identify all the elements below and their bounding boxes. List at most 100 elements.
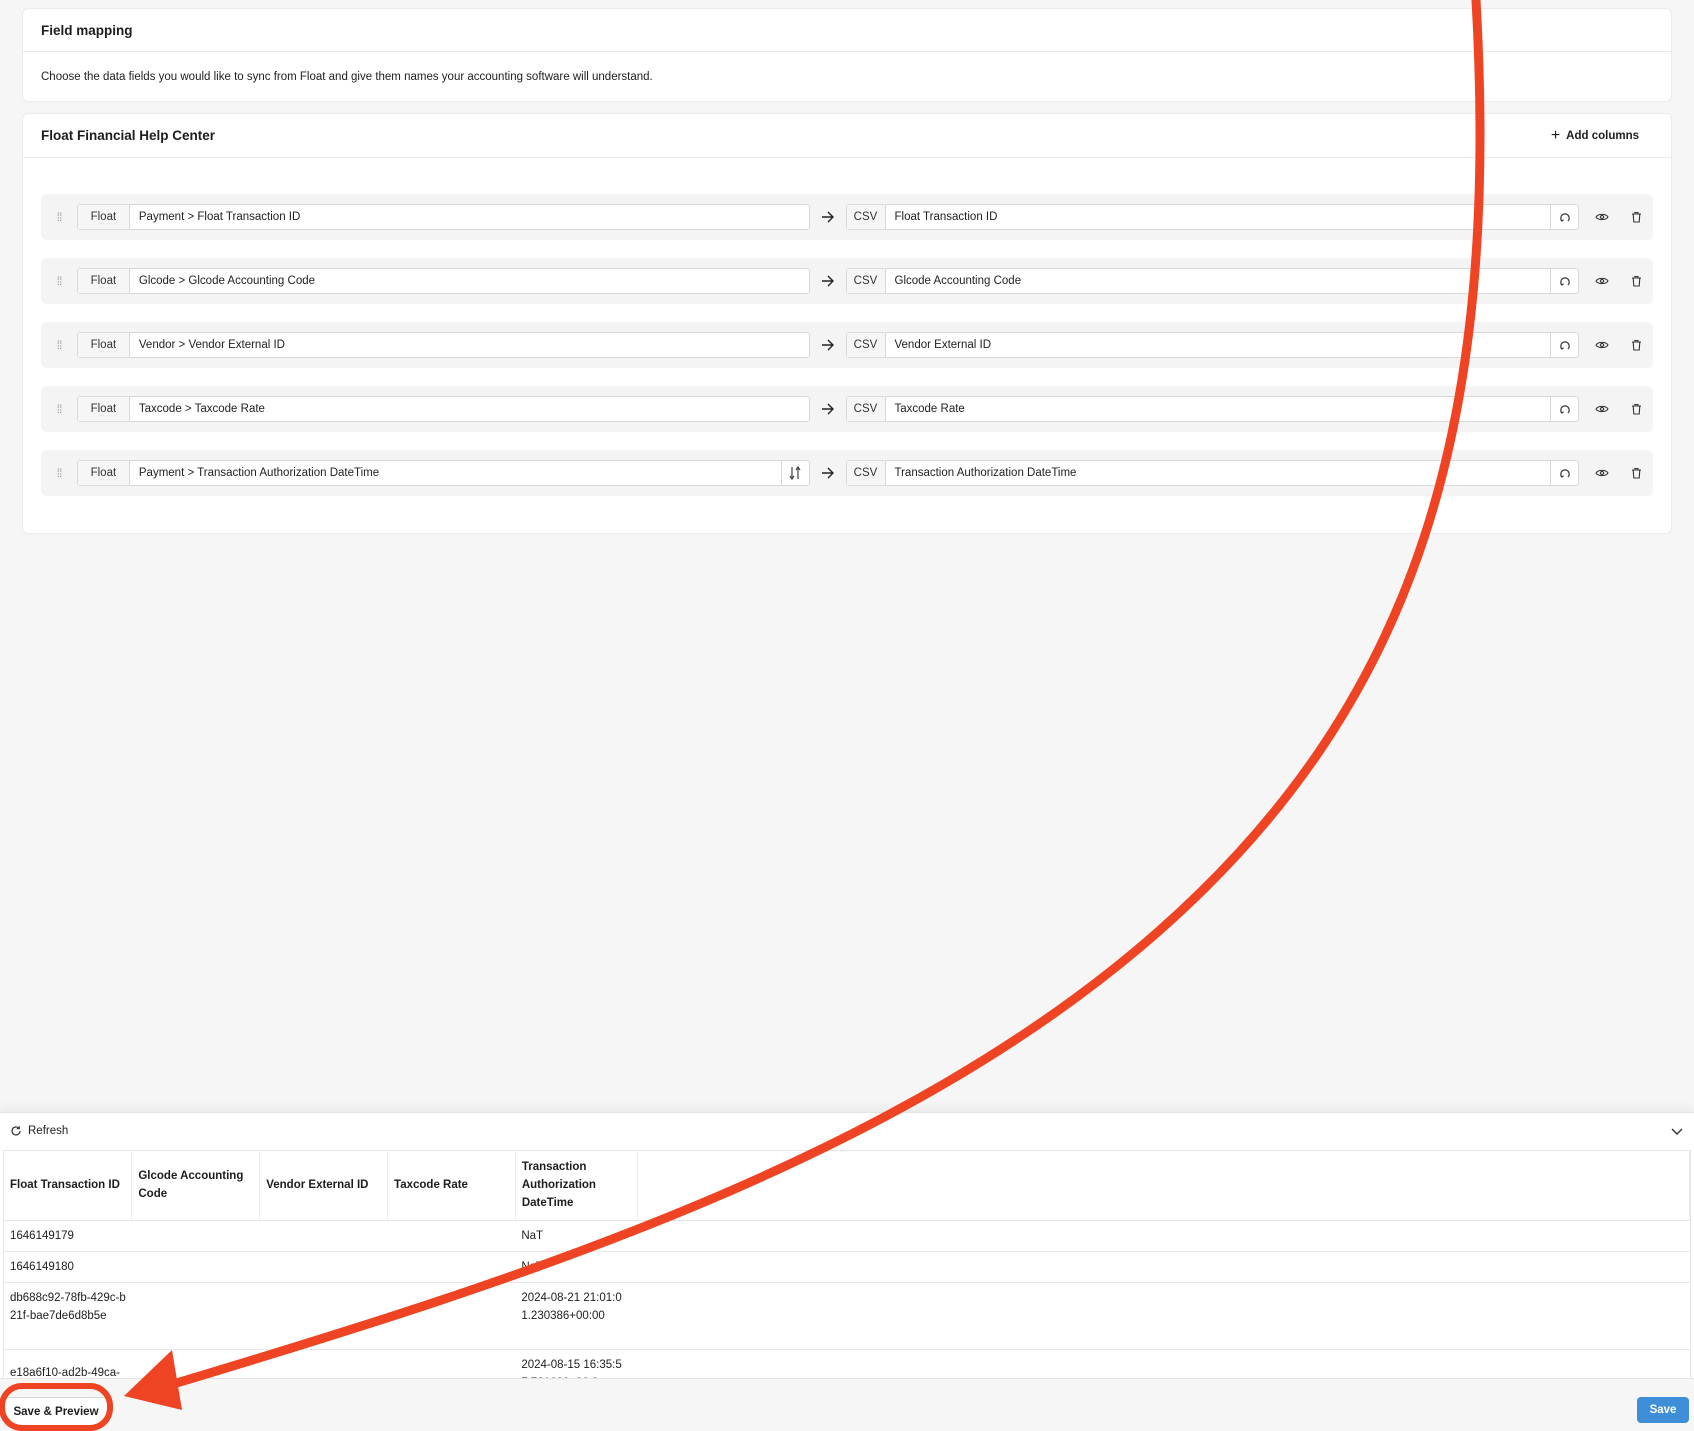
trash-icon[interactable] (1619, 211, 1653, 223)
table-cell (131, 1282, 260, 1350)
eye-icon[interactable] (1585, 276, 1619, 286)
preview-table-wrapper[interactable]: Float Transaction ID Glcode Accounting C… (3, 1150, 1691, 1379)
drag-handle-icon[interactable]: ⁞⁞ (41, 338, 77, 352)
table-header-row: Float Transaction ID Glcode Accounting C… (4, 1151, 1690, 1221)
table-cell (131, 1349, 260, 1378)
mapping-row: ⁞⁞ Float Payment > Float Transaction ID … (41, 194, 1653, 240)
target-field-input[interactable]: CSV Transaction Authorization DateTime (845, 460, 1580, 486)
target-field-value: Taxcode Rate (894, 403, 965, 415)
arrow-right-icon (810, 467, 846, 479)
trash-icon[interactable] (1619, 467, 1653, 479)
preview-panel: Refresh Float Transaction ID Glcode Acco… (0, 1112, 1694, 1379)
source-field-select[interactable]: Float Vendor > Vendor External ID (76, 332, 810, 358)
column-header: Glcode Accounting Code (131, 1151, 261, 1221)
table-cell: e18a6f10-ad2b-49ca- (4, 1349, 132, 1378)
save-and-preview-button[interactable]: Save & Preview (4, 1397, 108, 1427)
source-field-value: Payment > Transaction Authorization Date… (138, 467, 380, 479)
source-field-value: Payment > Float Transaction ID (138, 211, 301, 223)
target-field-input[interactable]: CSV Taxcode Rate (845, 396, 1580, 422)
eye-icon[interactable] (1585, 340, 1619, 350)
source-field-value: Glcode > Glcode Accounting Code (138, 275, 316, 287)
field-mapping-description: Choose the data fields you would like to… (41, 71, 653, 83)
eye-icon[interactable] (1585, 212, 1619, 222)
table-cell (131, 1220, 260, 1252)
table-cell-filler (637, 1349, 1690, 1378)
source-field-select[interactable]: Float Taxcode > Taxcode Rate (76, 396, 810, 422)
table-cell-filler (637, 1220, 1690, 1252)
reset-icon[interactable] (1550, 397, 1578, 421)
column-header: Transaction Authorization DateTime (515, 1151, 638, 1221)
target-field-value: Vendor External ID (894, 339, 992, 351)
target-field-input[interactable]: CSV Float Transaction ID (845, 204, 1580, 230)
reset-icon[interactable] (1550, 461, 1578, 485)
refresh-icon (11, 1126, 21, 1136)
field-mapping-title: Field mapping (23, 9, 1671, 52)
drag-handle-icon[interactable]: ⁞⁞ (41, 274, 77, 288)
collapse-chevron-icon[interactable] (1670, 1124, 1684, 1138)
eye-icon[interactable] (1585, 404, 1619, 414)
target-tag: CSV (846, 269, 886, 293)
table-cell (259, 1349, 388, 1378)
table-cell: 1646149180 (4, 1251, 132, 1283)
table-cell: NaT (515, 1251, 638, 1283)
table-cell (131, 1251, 260, 1283)
drag-handle-icon[interactable]: ⁞⁞ (41, 466, 77, 480)
source-field-select[interactable]: Float Payment > Transaction Authorizatio… (76, 460, 810, 486)
target-field-value: Transaction Authorization DateTime (894, 467, 1077, 479)
source-tag: Float (77, 397, 130, 421)
source-field-value: Vendor > Vendor External ID (138, 339, 285, 351)
table-cell (259, 1282, 388, 1350)
trash-icon[interactable] (1619, 275, 1653, 287)
table-cell (387, 1220, 516, 1252)
mapping-row: ⁞⁞ Float Payment > Transaction Authoriza… (41, 450, 1653, 496)
source-tag: Float (77, 269, 130, 293)
source-tag: Float (77, 205, 130, 229)
reset-icon[interactable] (1550, 269, 1578, 293)
plus-icon: + (1550, 126, 1561, 144)
table-cell: 1646149179 (4, 1220, 132, 1252)
table-cell: db688c92-78fb-429c-b21f-bae7de6d8b5e (4, 1282, 132, 1350)
target-field-value: Float Transaction ID (894, 211, 998, 223)
preview-toolbar: Refresh (0, 1113, 1694, 1149)
target-field-value: Glcode Accounting Code (894, 275, 1022, 287)
field-mapping-card: Field mapping Choose the data fields you… (22, 8, 1672, 102)
mapping-card: Float Financial Help Center + Add column… (22, 113, 1672, 534)
arrow-right-icon (810, 403, 846, 415)
target-tag: CSV (846, 205, 886, 229)
table-row: 1646149179 NaT (4, 1220, 1690, 1252)
refresh-label: Refresh (28, 1125, 69, 1137)
table-cell-filler (637, 1251, 1690, 1283)
trash-icon[interactable] (1619, 403, 1653, 415)
target-tag: CSV (846, 333, 886, 357)
arrow-right-icon (810, 275, 846, 287)
source-field-select[interactable]: Float Payment > Float Transaction ID (76, 204, 810, 230)
mapping-card-title: Float Financial Help Center (41, 128, 216, 143)
arrow-right-icon (810, 339, 846, 351)
drag-handle-icon[interactable]: ⁞⁞ (41, 210, 77, 224)
add-columns-button[interactable]: + Add columns (1550, 126, 1639, 144)
save-button[interactable]: Save (1637, 1397, 1689, 1423)
column-header: Vendor External ID (259, 1151, 389, 1221)
table-cell (259, 1220, 388, 1252)
refresh-button[interactable]: Refresh (10, 1125, 68, 1137)
table-row: db688c92-78fb-429c-b21f-bae7de6d8b5e 202… (4, 1282, 1690, 1350)
mapping-row: ⁞⁞ Float Taxcode > Taxcode Rate CSV Taxc… (41, 386, 1653, 432)
target-field-input[interactable]: CSV Vendor External ID (845, 332, 1580, 358)
mapping-card-header: Float Financial Help Center + Add column… (23, 114, 1671, 158)
reset-icon[interactable] (1550, 333, 1578, 357)
preview-table: Float Transaction ID Glcode Accounting C… (4, 1151, 1690, 1378)
column-header: Float Transaction ID (4, 1151, 133, 1221)
sort-adjust-icon[interactable] (780, 461, 809, 485)
trash-icon[interactable] (1619, 339, 1653, 351)
source-field-select[interactable]: Float Glcode > Glcode Accounting Code (76, 268, 810, 294)
drag-handle-icon[interactable]: ⁞⁞ (41, 402, 77, 416)
reset-icon[interactable] (1550, 205, 1578, 229)
eye-icon[interactable] (1585, 468, 1619, 478)
source-field-value: Taxcode > Taxcode Rate (138, 403, 265, 415)
target-field-input[interactable]: CSV Glcode Accounting Code (845, 268, 1580, 294)
table-cell: NaT (515, 1220, 638, 1252)
target-tag: CSV (846, 461, 886, 485)
target-tag: CSV (846, 397, 886, 421)
source-tag: Float (77, 333, 130, 357)
mapping-row: ⁞⁞ Float Vendor > Vendor External ID CSV… (41, 322, 1653, 368)
